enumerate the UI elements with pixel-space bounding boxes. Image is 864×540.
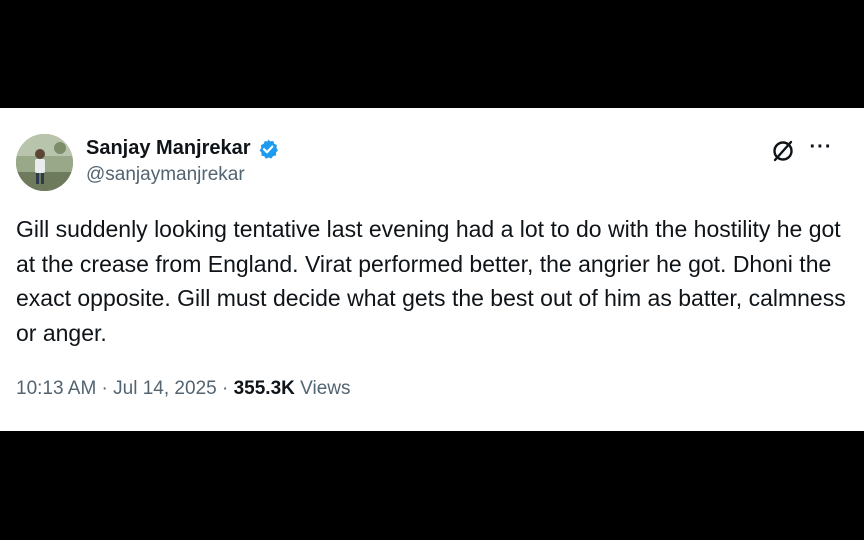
author-name-row: Sanjay Manjrekar (86, 137, 279, 160)
tweet-text: Gill suddenly looking tentative last eve… (16, 216, 846, 346)
views-count: 355.3K (233, 378, 295, 399)
more-options-icon[interactable]: ··· (808, 137, 834, 160)
meta-separator: · (216, 378, 234, 399)
author-block: Sanjay Manjrekar @sanjaymanjrekar (86, 137, 279, 186)
tweet-time[interactable]: 10:13 AM (16, 378, 96, 399)
tweet-date[interactable]: Jul 14, 2025 (113, 378, 217, 399)
avatar-photo (16, 134, 73, 191)
tweet-meta: 10:13 AM · Jul 14, 2025 · 355.3K Views (16, 378, 351, 400)
meta-separator: · (96, 378, 114, 399)
author-name[interactable]: Sanjay Manjrekar (86, 137, 251, 160)
avatar[interactable] (16, 134, 73, 191)
views-label: Views (300, 378, 351, 399)
grok-icon[interactable] (770, 138, 796, 164)
verified-badge-icon (259, 139, 278, 159)
author-handle[interactable]: @sanjaymanjrekar (86, 164, 279, 186)
